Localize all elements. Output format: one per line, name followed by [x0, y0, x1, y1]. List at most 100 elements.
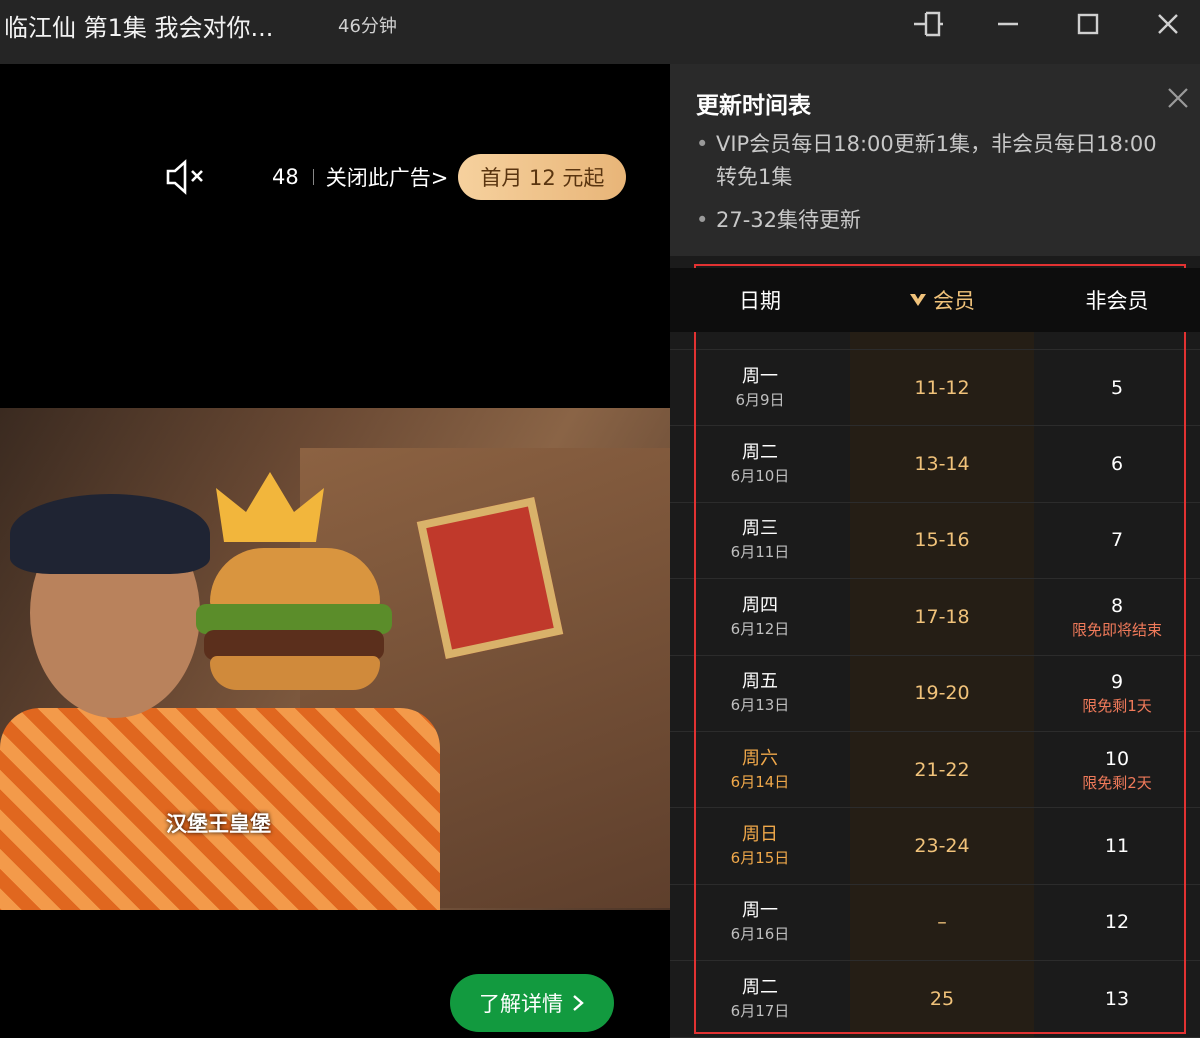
free-episode-cell: 5: [1034, 350, 1200, 425]
close-button[interactable]: [1146, 6, 1190, 42]
vip-episodes-cell: 15-16: [850, 503, 1034, 578]
vip-episodes-cell: 19-20: [850, 656, 1034, 731]
vip-episodes-cell: 11-12: [850, 350, 1034, 425]
free-episode: 10: [1104, 747, 1130, 770]
vip-episodes: 25: [929, 987, 955, 1010]
date-label: 6月10日: [730, 467, 790, 486]
free-episode-cell: 7: [1034, 503, 1200, 578]
table-row: 周日 6月15日 23-24 11: [670, 808, 1200, 885]
header-vip-label: 会员: [933, 289, 975, 313]
vip-episodes-cell: 13-14: [850, 426, 1034, 501]
free-window-note: 限免剩2天: [1082, 773, 1152, 792]
table-row: 周四 6月12日 17-18 8 限免即将结束: [670, 579, 1200, 656]
maximize-button[interactable]: [1066, 6, 1110, 42]
vip-episodes: 13-14: [914, 453, 970, 476]
free-window-note: 限免即将结束: [1071, 620, 1162, 639]
table-row-partial: [670, 332, 1200, 350]
schedule-title: 更新时间表: [696, 93, 811, 119]
vip-episodes-cell: 17-18: [850, 579, 1034, 654]
burger-bun-top: [210, 548, 380, 608]
free-episode: 7: [1110, 529, 1124, 552]
schedule-header: 更新时间表 VIP会员每日18:00更新1集，非会员每日18:00转免1集 27…: [670, 64, 1200, 256]
ad-control-bar: 48 关闭此广告> 首月 12 元起: [248, 152, 627, 202]
crown-icon: [216, 472, 324, 542]
video-player[interactable]: 48 关闭此广告> 首月 12 元起 汉堡王皇堡 了解详情: [0, 64, 670, 1038]
vip-episodes: 23-24: [914, 835, 970, 858]
pin-button[interactable]: [906, 6, 950, 42]
header-vip: 会员: [850, 268, 1034, 332]
free-episode: 8: [1110, 594, 1124, 617]
vip-offer-button[interactable]: 首月 12 元起: [458, 154, 627, 200]
maximize-icon: [1077, 13, 1099, 35]
free-episode-cell: 13: [1034, 961, 1200, 1036]
schedule-panel: 更新时间表 VIP会员每日18:00更新1集，非会员每日18:00转免1集 27…: [670, 64, 1200, 1038]
table-row: 周二 6月10日 13-14 6: [670, 426, 1200, 503]
header-free: 非会员: [1085, 289, 1149, 313]
title-bar: 临江仙 第1集 我会对你... 46分钟: [0, 0, 1200, 64]
schedule-note: VIP会员每日18:00更新1集，非会员每日18:00转免1集: [696, 128, 1176, 194]
pin-icon: [914, 11, 943, 37]
person-bandana: [10, 494, 210, 574]
schedule-note: 27-32集待更新: [696, 204, 1176, 237]
weekday-label: 周日: [742, 824, 778, 846]
vip-episodes: 19-20: [914, 682, 970, 705]
table-row: 周五 6月13日 19-20 9 限免剩1天: [670, 656, 1200, 732]
table-row: 周三 6月11日 15-16 7: [670, 503, 1200, 580]
free-episode-cell: 9 限免剩1天: [1034, 656, 1200, 731]
table-row: 周一 6月16日 – 12: [670, 885, 1200, 962]
vip-episodes: 21-22: [914, 758, 970, 781]
free-episode-cell: 12: [1034, 885, 1200, 960]
date-label: 6月13日: [730, 696, 790, 715]
free-episode: 12: [1104, 911, 1130, 934]
date-cell: 周日 6月15日: [670, 808, 850, 883]
weekday-label: 周一: [742, 900, 778, 922]
vip-episodes: 15-16: [914, 529, 970, 552]
vip-v-icon: [910, 294, 926, 306]
free-episode-cell: 11: [1034, 808, 1200, 883]
vip-episodes-cell: 21-22: [850, 732, 1034, 807]
table-row: 周二 6月17日 25 13: [670, 961, 1200, 1038]
date-cell: 周三 6月11日: [670, 503, 850, 578]
date-label: 6月12日: [730, 619, 790, 638]
free-episode: 13: [1104, 987, 1130, 1010]
date-cell: 周一 6月16日: [670, 885, 850, 960]
close-ad-link[interactable]: 关闭此广告>: [326, 162, 449, 192]
date-label: 6月9日: [735, 390, 785, 409]
free-episode-cell: 6: [1034, 426, 1200, 501]
burger-bun-bottom: [210, 656, 380, 690]
weekday-label: 周一: [742, 365, 778, 387]
date-label: 6月14日: [730, 772, 790, 791]
minimize-button[interactable]: [986, 6, 1030, 42]
free-episode-cell: 10 限免剩2天: [1034, 732, 1200, 807]
schedule-notes: VIP会员每日18:00更新1集，非会员每日18:00转免1集 27-32集待更…: [696, 128, 1176, 247]
date-label: 6月11日: [730, 543, 790, 562]
ad-countdown: 48: [272, 165, 299, 189]
learn-more-button[interactable]: 了解详情: [450, 974, 614, 1032]
free-episode: 9: [1110, 671, 1124, 694]
weekday-label: 周六: [742, 747, 778, 769]
table-row: 周一 6月9日 11-12 5: [670, 350, 1200, 427]
ad-separator: [312, 169, 314, 185]
date-cell: 周四 6月12日: [670, 579, 850, 654]
date-cell: 周一 6月9日: [670, 350, 850, 425]
vip-episodes: 11-12: [914, 376, 970, 399]
free-episode: 11: [1104, 835, 1130, 858]
video-title: 临江仙 第1集 我会对你...: [4, 14, 274, 42]
table-header: 日期 会员 非会员: [670, 268, 1200, 332]
vip-episodes-cell: 23-24: [850, 808, 1034, 883]
free-window-note: 限免剩1天: [1082, 697, 1152, 716]
volume-muted-icon: [166, 159, 203, 195]
mute-button[interactable]: [158, 152, 214, 202]
minimize-icon: [998, 22, 1018, 26]
date-cell: 周二 6月17日: [670, 961, 850, 1036]
ad-caption: 汉堡王皇堡: [166, 812, 271, 836]
close-panel-icon[interactable]: [1166, 86, 1190, 110]
schedule-table: 日期 会员 非会员 周一 6月9日 11-12 5 周二 6月10日 13-14 6 周三 6月1…: [670, 268, 1200, 1038]
weekday-label: 周四: [742, 594, 778, 616]
free-episode-cell: 8 限免即将结束: [1034, 579, 1200, 654]
weekday-label: 周二: [742, 442, 778, 464]
date-cell: 周二 6月10日: [670, 426, 850, 501]
date-label: 6月17日: [730, 1001, 790, 1020]
date-cell: 周六 6月14日: [670, 732, 850, 807]
header-date: 日期: [739, 289, 781, 313]
